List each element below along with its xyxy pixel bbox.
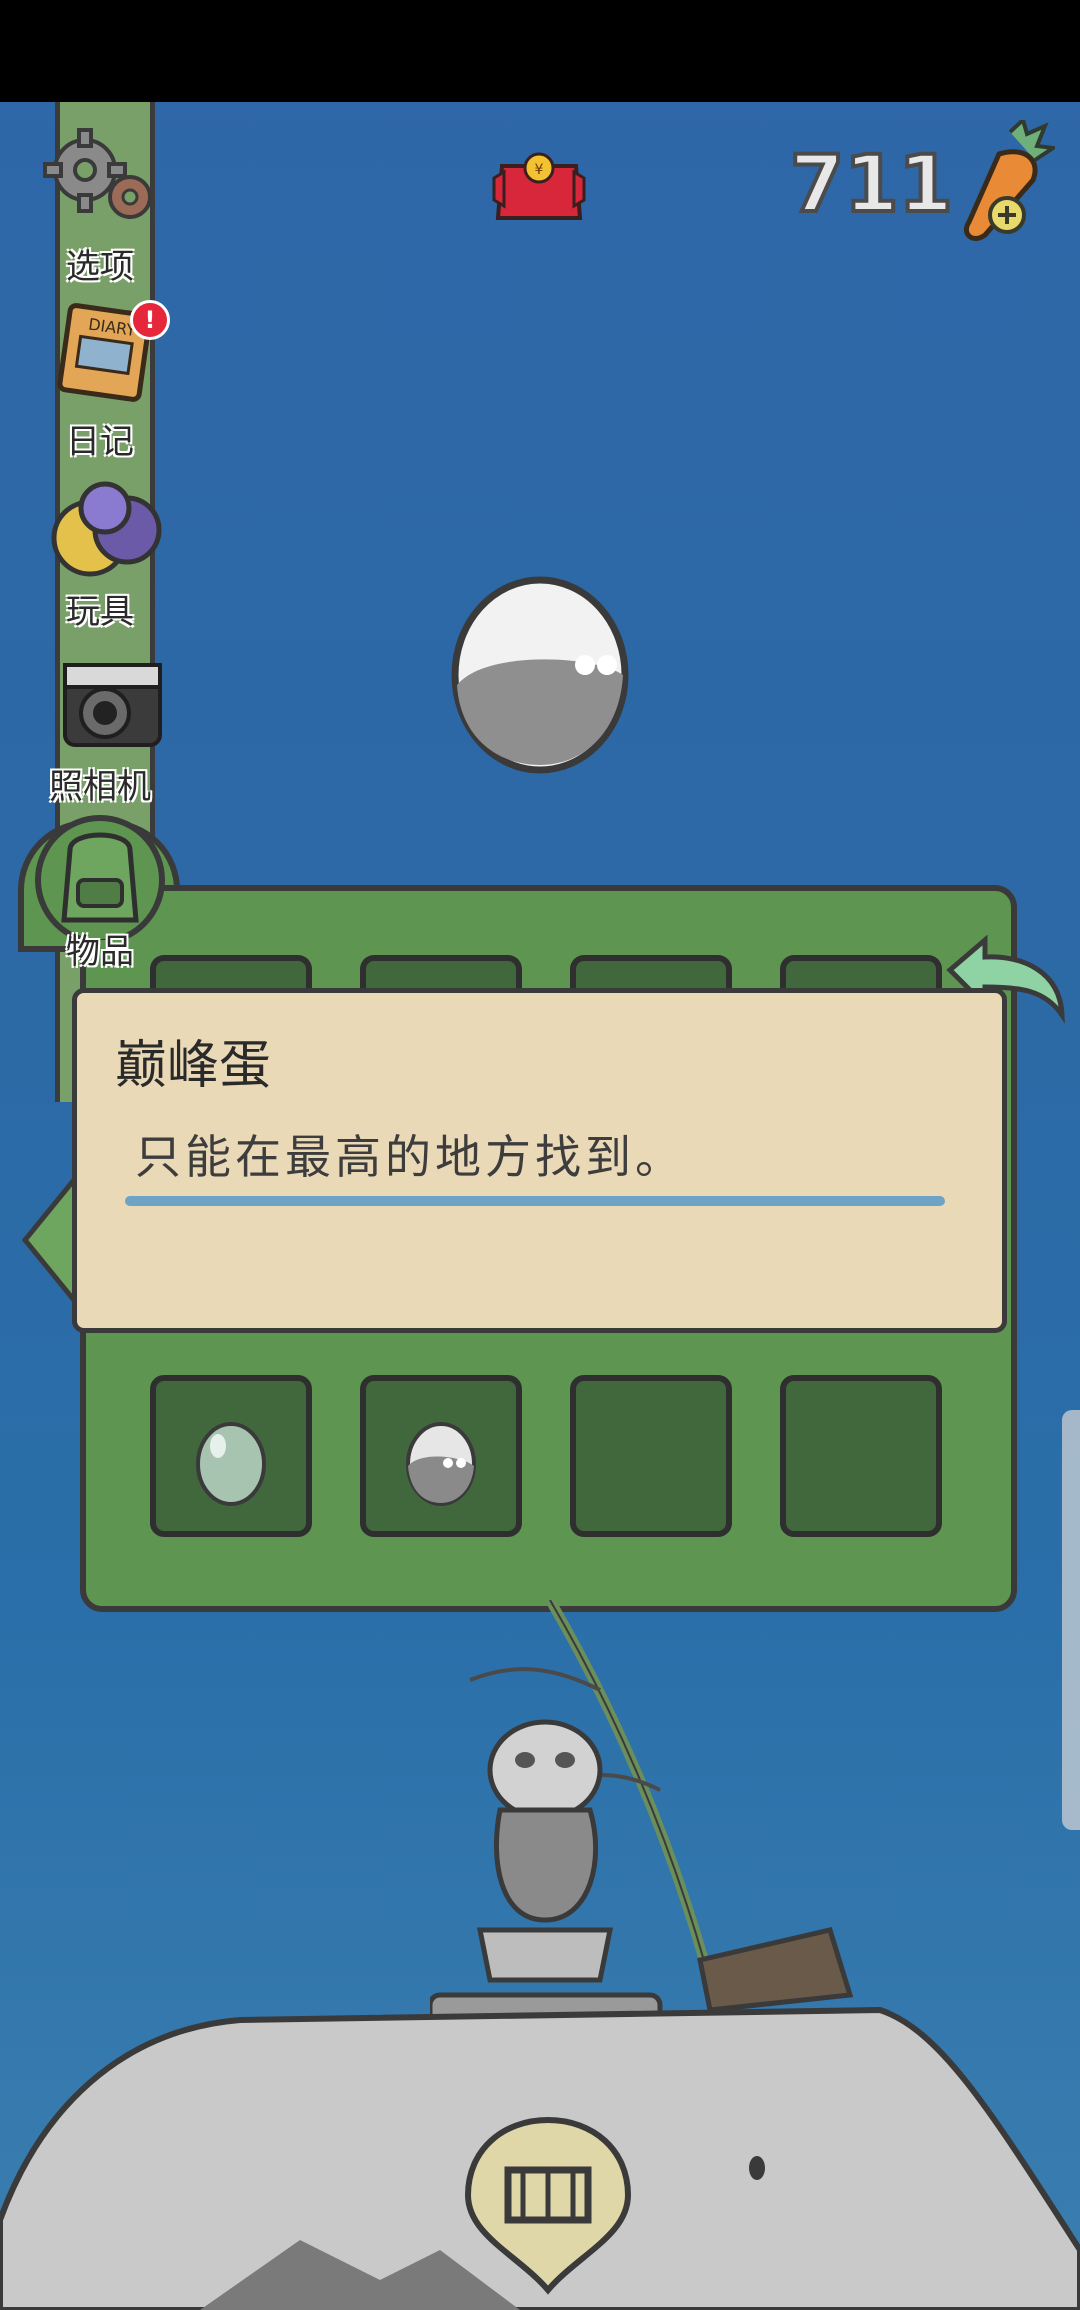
toy-balls-icon xyxy=(51,481,162,577)
sidebar-item-label: 玩具 xyxy=(66,592,134,632)
home-button[interactable] xyxy=(463,2115,633,2295)
inventory-slot[interactable] xyxy=(780,1375,942,1537)
chevron-left-icon xyxy=(21,1167,81,1313)
sidebar-item-label: 选项 xyxy=(66,247,134,287)
carrot-plus-icon xyxy=(963,116,1059,241)
carrot-add-button[interactable] xyxy=(955,116,1059,245)
svg-text:¥: ¥ xyxy=(535,162,544,178)
bamboo-and-panda-scene xyxy=(430,1600,854,2028)
house-icon xyxy=(464,2116,632,2295)
inventory-slot[interactable] xyxy=(150,1375,312,1537)
divider xyxy=(125,1196,945,1206)
carrot-counter: 711 xyxy=(788,138,955,232)
peak-egg[interactable] xyxy=(445,565,635,775)
sidebar-item-camera[interactable]: 照相机 xyxy=(20,655,180,808)
gear-icon xyxy=(43,128,152,219)
camera-icon xyxy=(63,663,162,747)
sidebar-item-label: 照相机 xyxy=(49,767,151,807)
status-bar xyxy=(0,0,1080,102)
item-title: 巅峰蛋 xyxy=(115,1036,272,1096)
inventory-slot[interactable] xyxy=(360,1375,522,1537)
sidebar-item-label: 日记 xyxy=(66,422,134,462)
sidebar-item-options[interactable]: 选项 xyxy=(20,125,180,288)
egg-icon xyxy=(451,576,629,774)
egg-grey-icon xyxy=(406,1422,476,1506)
item-info-card: 巅峰蛋 只能在最高的地方找到。 xyxy=(72,988,1007,1333)
sidebar-item-items[interactable]: 物品 xyxy=(20,810,180,973)
red-envelope-button[interactable]: ¥ xyxy=(490,148,588,228)
backpack-icon xyxy=(35,815,165,945)
inventory-slot[interactable] xyxy=(570,1375,732,1537)
item-description: 只能在最高的地方找到。 xyxy=(135,1130,685,1184)
egg-green-icon xyxy=(196,1422,266,1506)
sidebar-item-toys[interactable]: 玩具 xyxy=(20,480,180,633)
notification-badge: ! xyxy=(130,300,170,340)
previous-page-button[interactable] xyxy=(20,1167,81,1313)
sidebar-item-diary[interactable]: DIARY ! 日记 xyxy=(20,300,180,463)
red-envelope-icon: ¥ xyxy=(492,152,586,220)
edge-panel-handle[interactable] xyxy=(1062,1410,1080,1830)
